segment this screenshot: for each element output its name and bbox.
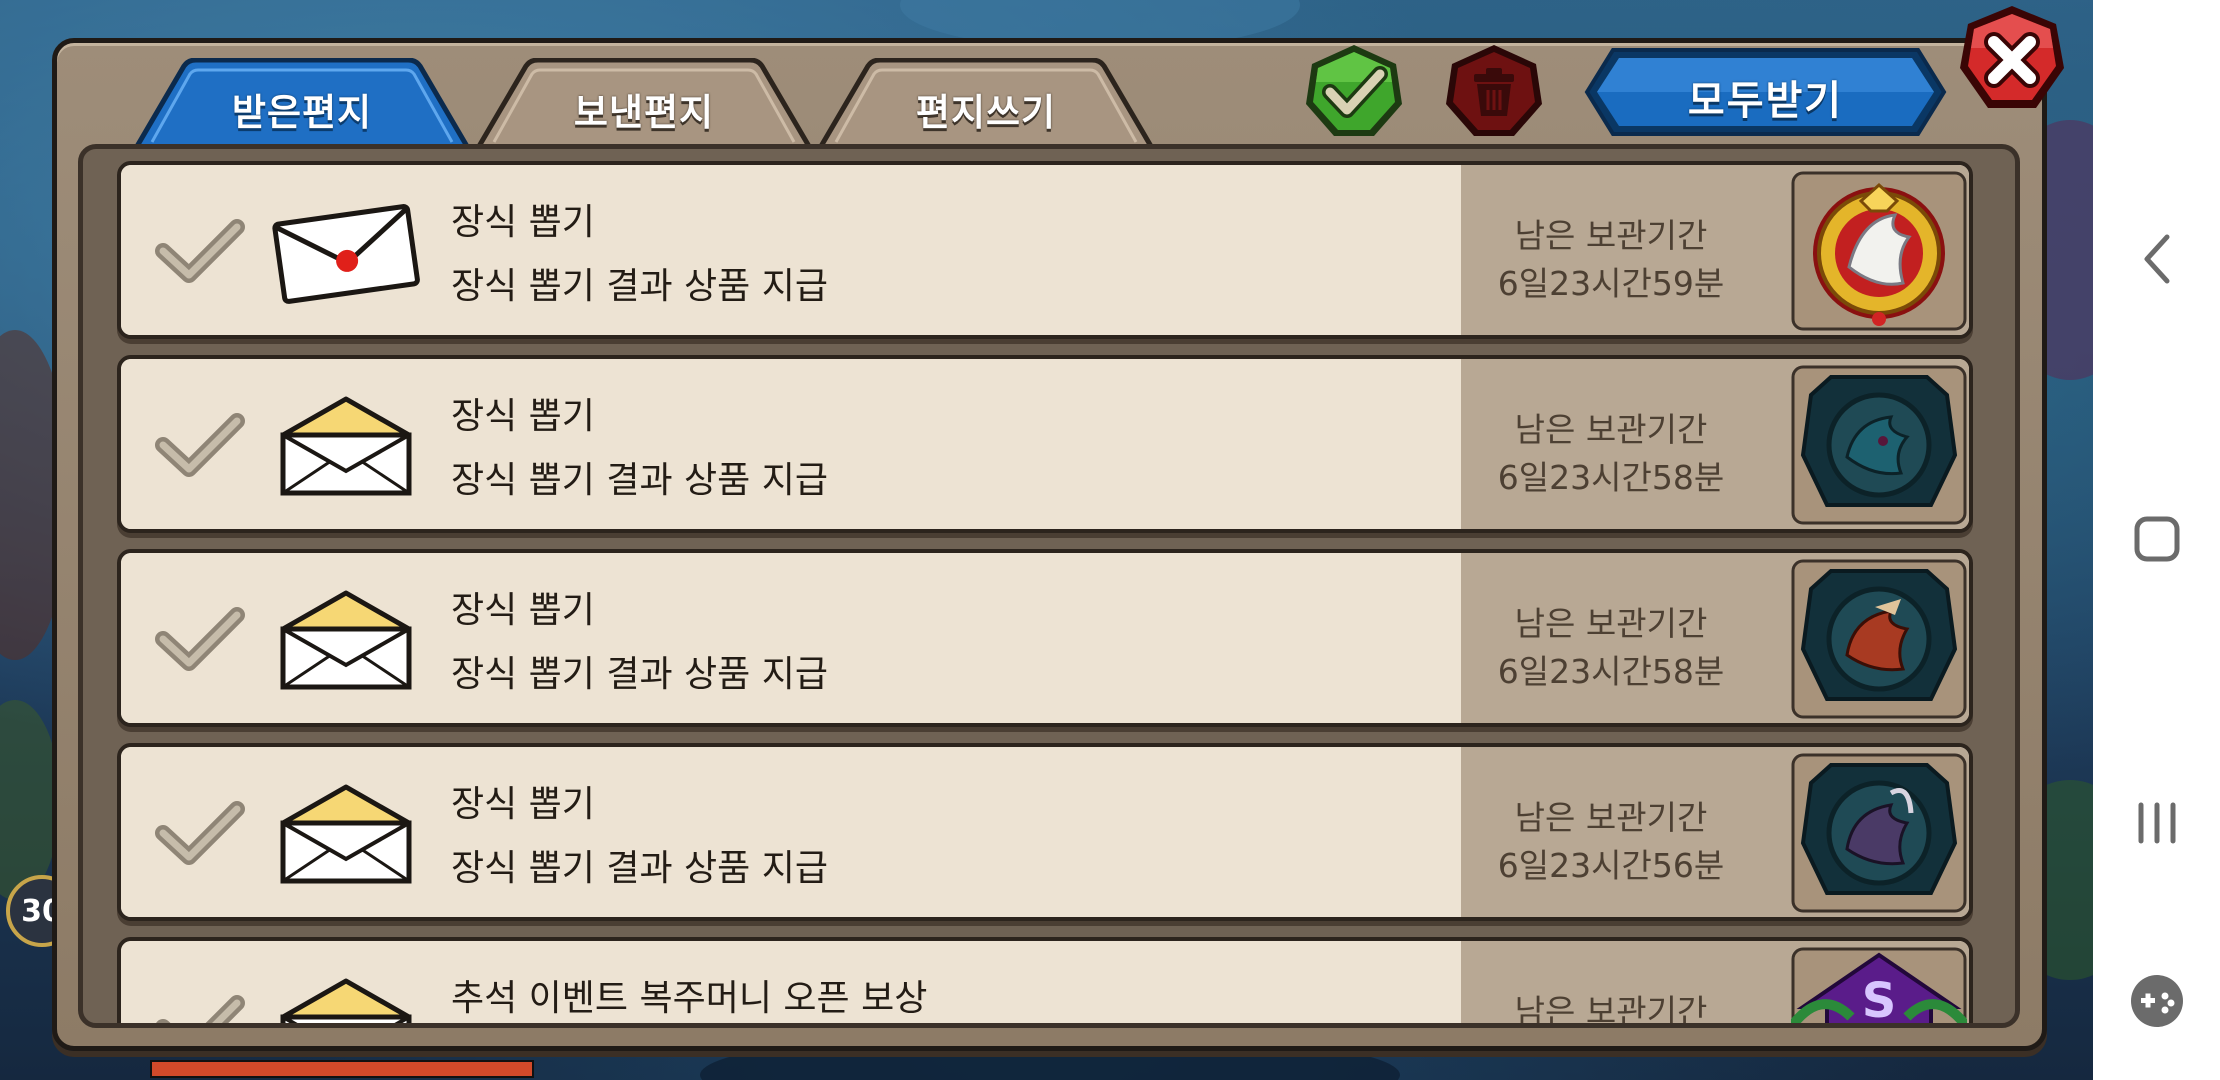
green-check-icon (1306, 45, 1402, 136)
receive-all-label: 모두받기 (1687, 78, 1844, 124)
mail-select-check-icon[interactable] (149, 409, 249, 485)
mail-row[interactable]: 장식 뽑기 장식 뽑기 결과 상품 지급 남은 보관기간 6일23시간59분 (117, 161, 1973, 339)
home-square-icon (2134, 516, 2179, 562)
mail-remaining-label: 남은 보관기간 (1514, 410, 1708, 449)
mail-title: 장식 뽑기 (451, 590, 595, 631)
red-dragon-emblem-icon[interactable] (1791, 559, 1967, 719)
mail-select-check-icon[interactable] (149, 603, 249, 679)
mail-row[interactable]: 장식 뽑기 장식 뽑기 결과 상품 지급 남은 보관기간 6일23시간56분 (117, 743, 1973, 921)
mail-title: 장식 뽑기 (451, 784, 595, 825)
open-envelope-icon (280, 590, 412, 690)
mail-list-inner: 장식 뽑기 장식 뽑기 결과 상품 지급 남은 보관기간 6일23시간59분 장… (117, 161, 1973, 1028)
open-envelope-icon (280, 784, 412, 884)
mail-description: 장식 뽑기 결과 상품 지급 (451, 654, 828, 695)
mail-remaining-label: 남은 보관기간 (1514, 798, 1708, 837)
home-button[interactable] (2093, 506, 2220, 572)
mail-remaining-label: 남은 보관기간 (1514, 216, 1708, 255)
purple-dragon-emblem-icon[interactable] (1791, 753, 1967, 913)
open-envelope-icon (280, 978, 412, 1023)
game-tools-button[interactable] (2093, 968, 2220, 1034)
mail-select-check-icon[interactable] (149, 797, 249, 873)
trash-icon (1446, 45, 1542, 136)
tab-label: 받은편지 (231, 91, 373, 134)
tab-label: 편지쓰기 (915, 91, 1057, 134)
tab-received-mail[interactable]: 받은편지 (132, 58, 472, 150)
mail-description: 장식 뽑기 결과 상품 지급 (451, 266, 828, 307)
tab-write-mail[interactable]: 편지쓰기 (816, 58, 1156, 150)
hp-bar (150, 1060, 534, 1078)
purple-s-rank-icon[interactable]: S (1791, 947, 1967, 1028)
background-decoration (0, 700, 60, 900)
open-envelope-icon (280, 396, 412, 496)
mail-remaining-time: 6일23시간58분 (1497, 652, 1725, 691)
back-chevron-icon (2144, 234, 2169, 284)
mail-description: 장식 뽑기 결과 상품 지급 (451, 460, 828, 501)
mail-title: 장식 뽑기 (451, 202, 595, 243)
closed-envelope-icon (272, 204, 420, 304)
mail-list[interactable]: 장식 뽑기 장식 뽑기 결과 상품 지급 남은 보관기간 6일23시간59분 장… (78, 144, 2020, 1028)
system-navigation-bar (2093, 0, 2220, 1080)
recents-button[interactable] (2093, 790, 2220, 856)
mail-row[interactable]: 장식 뽑기 장식 뽑기 결과 상품 지급 남은 보관기간 6일23시간58분 (117, 549, 1973, 727)
mail-select-check-icon[interactable] (149, 991, 249, 1028)
back-button[interactable] (2093, 226, 2220, 292)
delete-selected-button[interactable] (1442, 42, 1546, 140)
recents-lines-icon (2138, 802, 2175, 844)
mail-title: 추석 이벤트 복주머니 오픈 보상 (451, 978, 928, 1019)
close-x-icon (1960, 6, 2064, 108)
mail-row[interactable]: 추석 이벤트 복주머니 오픈 보상 남은 보관기간 S (117, 937, 1973, 1028)
mail-row[interactable]: 장식 뽑기 장식 뽑기 결과 상품 지급 남은 보관기간 6일23시간58분 (117, 355, 1973, 533)
gold-dragon-emblem-icon[interactable] (1791, 171, 1967, 331)
receive-all-button[interactable]: 모두받기 (1583, 46, 1948, 138)
tab-label: 보낸편지 (573, 91, 715, 134)
mail-remaining-label: 남은 보관기간 (1514, 604, 1708, 643)
gamepad-icon (2130, 975, 2183, 1027)
mail-title: 장식 뽑기 (451, 396, 595, 437)
mail-remaining-time: 6일23시간56분 (1497, 846, 1725, 885)
select-all-button[interactable] (1302, 42, 1406, 140)
mail-select-check-icon[interactable] (149, 215, 249, 291)
tab-sent-mail[interactable]: 보낸편지 (474, 58, 814, 150)
teal-dragon-emblem-icon[interactable] (1791, 365, 1967, 525)
close-button[interactable] (1958, 4, 2066, 112)
svg-text:S: S (1862, 973, 1897, 1028)
mail-description: 장식 뽑기 결과 상품 지급 (451, 848, 828, 889)
mail-remaining-time: 6일23시간58분 (1497, 458, 1725, 497)
mail-remaining-label: 남은 보관기간 (1514, 992, 1708, 1028)
mail-remaining-time: 6일23시간59분 (1497, 264, 1725, 303)
